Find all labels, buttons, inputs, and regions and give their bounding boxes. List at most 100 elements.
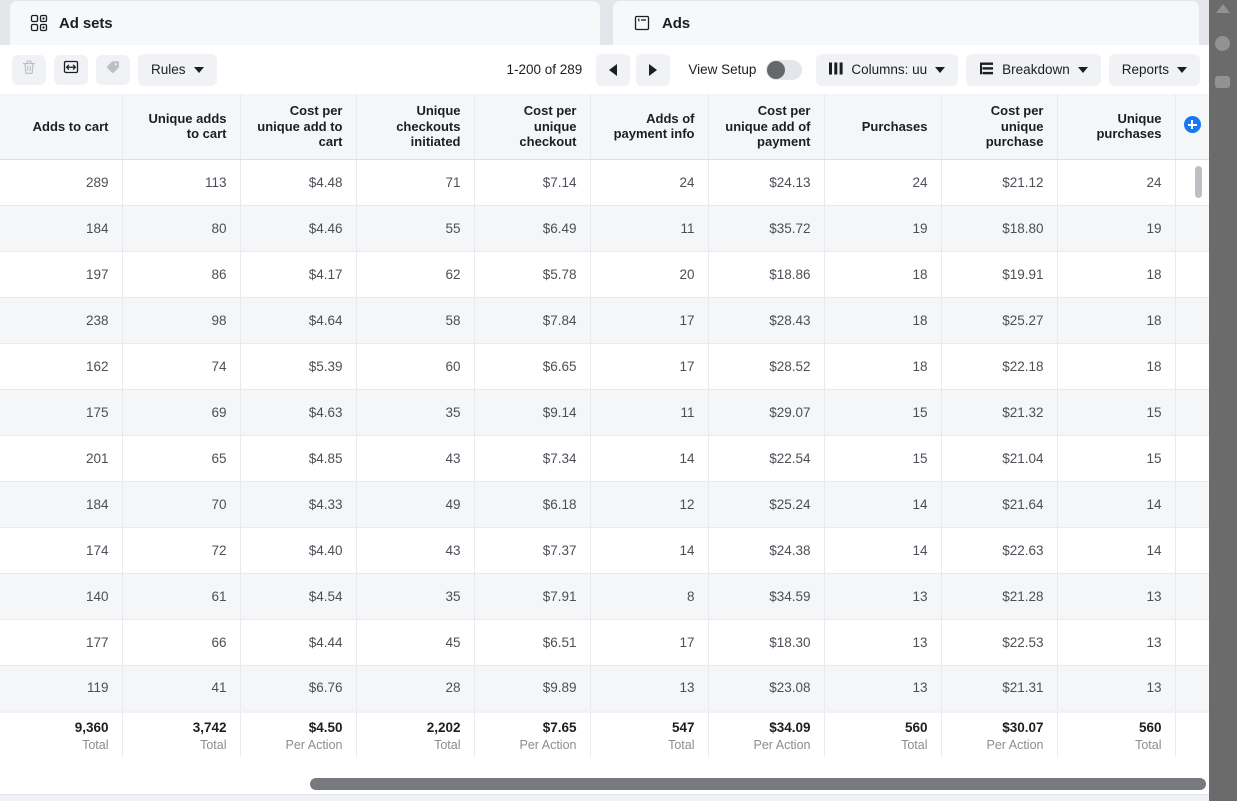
- column-header-unique-purchases[interactable]: Unique purchases: [1057, 94, 1176, 160]
- cell: 201: [0, 435, 123, 482]
- tab-ad-sets-label: Ad sets: [59, 14, 113, 32]
- cell: 62: [356, 251, 475, 298]
- cell: 60: [356, 343, 475, 390]
- cell: $4.63: [240, 389, 357, 436]
- table-row[interactable]: 289 113 $4.48 71 $7.14 24 $24.13 24 $21.…: [0, 159, 1209, 206]
- add-column-button[interactable]: [1175, 94, 1209, 160]
- table-row[interactable]: 197 86 $4.17 62 $5.78 20 $18.86 18 $19.9…: [0, 251, 1209, 298]
- table-row[interactable]: 175 69 $4.63 35 $9.14 11 $29.07 15 $21.3…: [0, 389, 1209, 436]
- row-end-cell: [1175, 481, 1209, 528]
- delete-button[interactable]: [12, 54, 46, 85]
- cell: $4.44: [240, 619, 357, 666]
- totals-value: 3,742: [192, 720, 227, 736]
- totals-value: $7.65: [542, 720, 577, 736]
- cell: $4.46: [240, 205, 357, 252]
- cell: $22.53: [941, 619, 1058, 666]
- table-row[interactable]: 174 72 $4.40 43 $7.37 14 $24.38 14 $22.6…: [0, 527, 1209, 574]
- cell: $7.14: [474, 159, 591, 206]
- table-row[interactable]: 119 41 $6.76 28 $9.89 13 $23.08 13 $21.3…: [0, 665, 1209, 712]
- vertical-scrollbar-thumb[interactable]: [1195, 166, 1202, 198]
- cell: 17: [590, 343, 709, 390]
- cell: $4.54: [240, 573, 357, 620]
- horizontal-scrollbar-thumb[interactable]: [310, 778, 1206, 790]
- cell: 18: [824, 297, 942, 344]
- cell: $6.76: [240, 665, 357, 712]
- cell: 13: [1057, 573, 1176, 620]
- cell: 177: [0, 619, 123, 666]
- cell: 113: [122, 159, 241, 206]
- totals-cell: $4.50 Per Action: [240, 709, 357, 757]
- totals-label: Total: [434, 738, 461, 753]
- ad-card-icon: [633, 14, 651, 32]
- column-header-unique-checkouts-initiated[interactable]: Unique checkouts initiated: [356, 94, 475, 160]
- cell: 8: [590, 573, 709, 620]
- column-header-cost-per-unique-purchase[interactable]: Cost per unique purchase: [941, 94, 1058, 160]
- tab-ads[interactable]: Ads: [612, 0, 1200, 45]
- reports-button[interactable]: Reports: [1108, 53, 1200, 86]
- rules-button[interactable]: Rules: [138, 53, 217, 86]
- cell: 66: [122, 619, 241, 666]
- column-header-adds-to-cart[interactable]: Adds to cart: [0, 94, 123, 160]
- cell: 289: [0, 159, 123, 206]
- cell: 15: [824, 389, 942, 436]
- cell: $6.65: [474, 343, 591, 390]
- table-row[interactable]: 201 65 $4.85 43 $7.34 14 $22.54 15 $21.0…: [0, 435, 1209, 482]
- cell: $28.52: [708, 343, 825, 390]
- table-row[interactable]: 184 70 $4.33 49 $6.18 12 $25.24 14 $21.6…: [0, 481, 1209, 528]
- totals-cell: 9,360 Total: [0, 709, 123, 757]
- breakdown-button[interactable]: Breakdown: [966, 53, 1101, 86]
- cell: 238: [0, 297, 123, 344]
- columns-button[interactable]: Columns: uu: [816, 53, 959, 86]
- grid-icon: [30, 14, 48, 32]
- column-header-purchases[interactable]: Purchases: [824, 94, 942, 160]
- table-row[interactable]: 177 66 $4.44 45 $6.51 17 $18.30 13 $22.5…: [0, 619, 1209, 666]
- cell: 14: [1057, 481, 1176, 528]
- chevron-down-icon: [193, 66, 204, 73]
- table-row[interactable]: 162 74 $5.39 60 $6.65 17 $28.52 18 $22.1…: [0, 343, 1209, 390]
- cell: 14: [1057, 527, 1176, 574]
- table-row[interactable]: 140 61 $4.54 35 $7.91 8 $34.59 13 $21.28…: [0, 573, 1209, 620]
- cell: 43: [356, 527, 475, 574]
- cell: $22.18: [941, 343, 1058, 390]
- duplicate-icon: [62, 58, 80, 81]
- row-end-cell: [1175, 573, 1209, 620]
- next-page-button[interactable]: [636, 53, 671, 86]
- reports-label: Reports: [1121, 62, 1169, 77]
- view-setup-switch[interactable]: [766, 59, 803, 80]
- duplicate-button[interactable]: [54, 54, 88, 85]
- cell: $4.48: [240, 159, 357, 206]
- rail-circle-icon[interactable]: [1215, 36, 1230, 51]
- column-header-adds-of-payment-info[interactable]: Adds of payment info: [590, 94, 709, 160]
- cell: $21.32: [941, 389, 1058, 436]
- prev-page-button[interactable]: [596, 53, 631, 86]
- cell: $4.33: [240, 481, 357, 528]
- totals-label: Per Action: [986, 738, 1044, 753]
- cell: $35.72: [708, 205, 825, 252]
- cell: 13: [824, 573, 942, 620]
- tag-button[interactable]: [96, 54, 130, 85]
- scroll-up-arrow-icon[interactable]: [1216, 4, 1230, 13]
- table-row[interactable]: 184 80 $4.46 55 $6.49 11 $35.72 19 $18.8…: [0, 205, 1209, 252]
- totals-value: $4.50: [308, 720, 343, 736]
- cell: 24: [590, 159, 709, 206]
- cell: 58: [356, 297, 475, 344]
- cell: 18: [1057, 251, 1176, 298]
- cell: $19.91: [941, 251, 1058, 298]
- row-end-cell: [1175, 159, 1209, 206]
- cell: 41: [122, 665, 241, 712]
- columns-icon: [829, 62, 843, 78]
- rail-pill-icon[interactable]: [1215, 76, 1230, 88]
- table-row[interactable]: 238 98 $4.64 58 $7.84 17 $28.43 18 $25.2…: [0, 297, 1209, 344]
- view-setup-label: View Setup: [688, 62, 757, 77]
- cell: 162: [0, 343, 123, 390]
- column-header-cost-per-unique-add-to-cart[interactable]: Cost per unique add to cart: [240, 94, 357, 160]
- column-header-cost-per-unique-checkout[interactable]: Cost per unique checkout: [474, 94, 591, 160]
- cell: $21.12: [941, 159, 1058, 206]
- view-setup-toggle-group[interactable]: View Setup: [688, 59, 803, 80]
- chevron-down-icon: [935, 66, 946, 73]
- horizontal-scrollbar[interactable]: [0, 774, 1209, 794]
- totals-value: 560: [904, 720, 928, 736]
- column-header-cost-per-unique-add-of-payment[interactable]: Cost per unique add of payment: [708, 94, 825, 160]
- tab-ad-sets[interactable]: Ad sets: [9, 0, 601, 45]
- column-header-unique-adds-to-cart[interactable]: Unique adds to cart: [122, 94, 241, 160]
